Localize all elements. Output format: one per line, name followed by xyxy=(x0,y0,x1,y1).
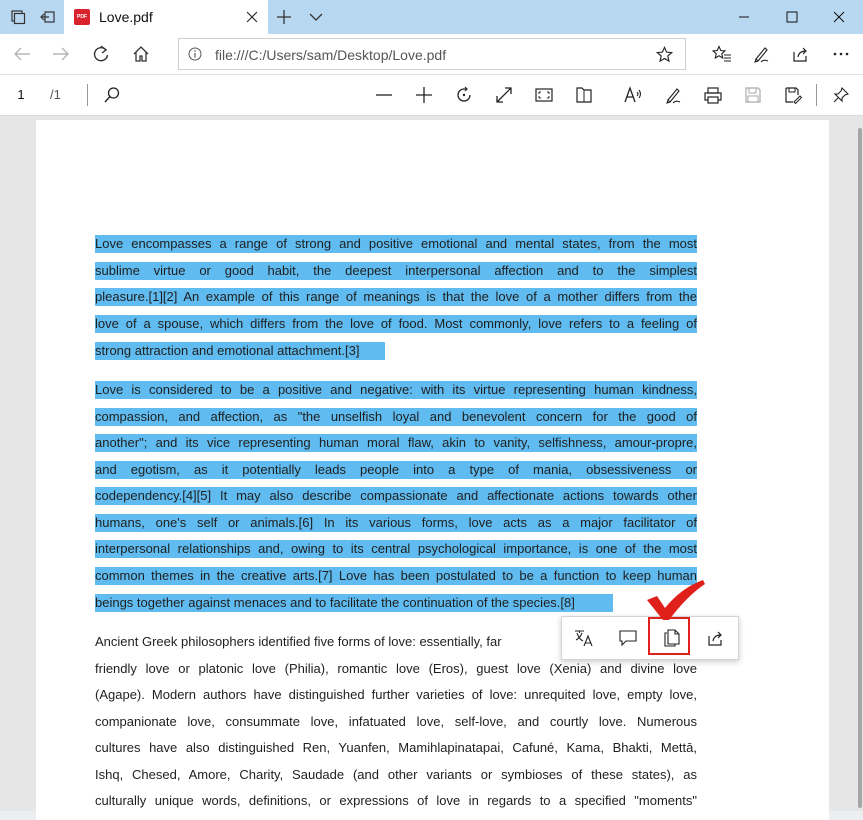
read-aloud-icon[interactable] xyxy=(616,75,650,115)
add-favorite-star-icon[interactable] xyxy=(656,46,673,63)
text-line-selected: compassion, and affection, as "the unsel… xyxy=(95,408,697,426)
page-total: /1 xyxy=(50,87,61,102)
page-view-icon[interactable] xyxy=(567,75,601,115)
set-tabs-aside-icon[interactable] xyxy=(32,0,64,34)
toolbar-divider xyxy=(87,84,88,106)
tab-love-pdf[interactable]: PDF Love.pdf xyxy=(64,0,268,34)
text-line-selected: sublime virtue or good habit, the deepes… xyxy=(95,262,697,280)
pin-toolbar-icon[interactable] xyxy=(824,75,858,115)
favorites-icon[interactable] xyxy=(703,34,741,74)
save-as-icon[interactable] xyxy=(776,75,810,115)
comment-icon[interactable] xyxy=(606,617,650,659)
save-icon[interactable] xyxy=(736,75,770,115)
text-line: Ishq, Chesed, Amore, Charity, Saudade (a… xyxy=(95,767,697,782)
close-tab-icon[interactable] xyxy=(244,9,260,25)
text-line-selected: Love encompasses a range of strong and p… xyxy=(95,235,697,253)
rotate-icon[interactable] xyxy=(447,75,481,115)
tab-preview-chevron-icon[interactable] xyxy=(300,0,332,34)
tab-title: Love.pdf xyxy=(99,9,153,25)
home-icon[interactable] xyxy=(122,34,160,74)
vertical-scrollbar[interactable] xyxy=(857,116,863,811)
text-line: friendly love or platonic love (Philia),… xyxy=(95,661,697,676)
checkmark-annotation-icon xyxy=(643,578,707,622)
address-url: file:///C:/Users/sam/Desktop/Love.pdf xyxy=(215,47,447,63)
text-line-selected: another"; and its vice representing huma… xyxy=(95,434,697,452)
pdf-toolbar: 1 /1 xyxy=(0,75,863,116)
new-tab-icon[interactable] xyxy=(268,0,300,34)
page-number-input[interactable]: 1 xyxy=(6,85,36,105)
more-options-icon[interactable] xyxy=(822,34,860,74)
text-line: companionate love, consummate love, infa… xyxy=(95,714,697,729)
back-icon[interactable] xyxy=(3,34,41,74)
translate-icon[interactable] xyxy=(562,617,606,659)
text-line-selected: strong attraction and emotional attachme… xyxy=(95,342,385,360)
forward-icon[interactable] xyxy=(42,34,80,74)
scrollbar-thumb[interactable] xyxy=(858,128,862,808)
text-line-selected: codependency.[4][5] It may also describe… xyxy=(95,487,697,505)
text-line-selected: love of a spouse, which differs from the… xyxy=(95,315,697,333)
fit-to-page-icon[interactable] xyxy=(487,75,521,115)
maximize-icon[interactable] xyxy=(768,0,816,34)
text-line-selected: humans, one's self or animals.[6] In its… xyxy=(95,514,697,532)
text-line: cultures have also distinguished Ren, Yu… xyxy=(95,740,697,755)
pdf-file-icon: PDF xyxy=(74,9,90,25)
copy-highlight-box xyxy=(648,617,690,655)
draw-icon[interactable] xyxy=(656,75,690,115)
info-icon[interactable] xyxy=(188,47,202,61)
text-line-selected: pleasure.[1][2] An example of this range… xyxy=(95,288,697,306)
text-line-selected: interpersonal relationships and, owing t… xyxy=(95,540,697,558)
address-bar[interactable]: file:///C:/Users/sam/Desktop/Love.pdf xyxy=(178,38,686,70)
share-icon[interactable] xyxy=(694,617,738,659)
text-line-selected: Love is considered to be a positive and … xyxy=(95,381,697,399)
full-screen-icon[interactable] xyxy=(527,75,561,115)
minimize-icon[interactable] xyxy=(720,0,768,34)
text-line-selected: beings together against menaces and to f… xyxy=(95,594,613,612)
share-icon[interactable] xyxy=(782,34,820,74)
close-window-icon[interactable] xyxy=(815,0,863,34)
title-bar: PDF Love.pdf xyxy=(0,0,863,34)
tab-actions-icon[interactable] xyxy=(2,0,34,34)
zoom-out-icon[interactable] xyxy=(367,75,401,115)
print-icon[interactable] xyxy=(696,75,730,115)
refresh-icon[interactable] xyxy=(82,34,120,74)
navigation-bar: file:///C:/Users/sam/Desktop/Love.pdf xyxy=(0,34,863,75)
add-notes-pen-icon[interactable] xyxy=(742,34,780,74)
text-line-selected: common themes in the creative arts.[7] L… xyxy=(95,567,697,585)
text-line: Ancient Greek philosophers identified fi… xyxy=(95,634,502,649)
search-icon[interactable] xyxy=(95,75,129,115)
toolbar-divider xyxy=(816,84,817,106)
text-line: culturally unique words, definitions, or… xyxy=(95,793,697,808)
text-line-selected: and egotism, as it potentially leads peo… xyxy=(95,461,697,479)
text-line: (Agape). Modern authors have distinguish… xyxy=(95,687,697,702)
zoom-in-icon[interactable] xyxy=(407,75,441,115)
